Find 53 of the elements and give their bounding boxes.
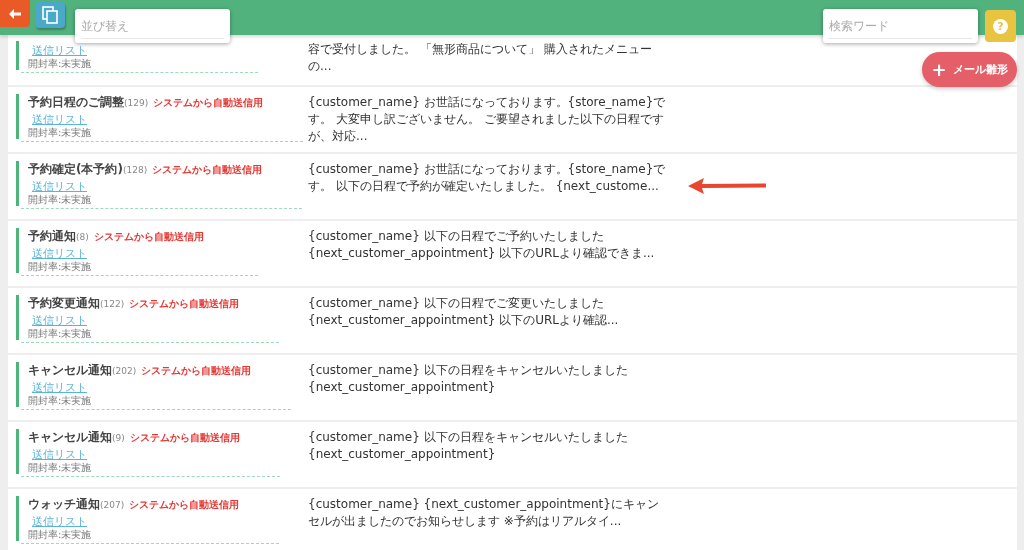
usage-count: (122) <box>100 299 125 311</box>
usage-count: (8) <box>76 232 89 244</box>
open-rate-text: 開封率:未実施 <box>28 528 93 541</box>
back-button[interactable] <box>0 0 30 27</box>
auto-send-label: システムから自動送信用 <box>129 498 240 512</box>
sort-field[interactable]: 並び替え <box>75 9 230 43</box>
copy-icon <box>42 6 58 24</box>
open-rate-text: 開封率:未実施 <box>28 461 93 474</box>
add-template-button[interactable]: + メール雛形 <box>922 52 1017 87</box>
message-preview: {customer_name} {next_customer_appointment}にキャンセルが出ましたのでお知らせします ※予約はリアルタイ... <box>308 496 660 530</box>
template-title: キャンセル通知 <box>28 429 112 445</box>
open-rate-text: 開封率:未実施 <box>28 260 93 273</box>
template-title: 予約日程のご調整 <box>28 94 124 110</box>
back-arrow-icon <box>9 8 21 19</box>
copy-button[interactable] <box>35 2 65 28</box>
open-rate-text: 開封率:未実施 <box>28 193 93 206</box>
message-preview: {customer_name} 以下の日程でご変更いたしました {next_customer_appointment} 以下のURLより確認... <box>308 295 620 329</box>
message-preview: {customer_name} 以下の日程でご予約いたしました {next_customer_appointment} 以下のURLより確認できま... <box>308 228 656 262</box>
usage-count: (9) <box>112 433 125 445</box>
template-title: 予約確定(本予約) <box>28 161 123 177</box>
send-list-link[interactable]: 送信リスト <box>32 314 87 327</box>
open-rate-text: 開封率:未実施 <box>28 327 93 340</box>
template-title: ウォッチ通知 <box>28 496 100 512</box>
send-list-link[interactable]: 送信リスト <box>32 247 87 260</box>
auto-send-label: システムから自動送信用 <box>93 230 204 244</box>
send-list-link[interactable]: 送信リスト <box>32 113 87 126</box>
send-list-link[interactable]: 送信リスト <box>32 381 87 394</box>
message-preview: 容で受付しました。 「無形商品について」 購入されたメニューの... <box>308 41 653 75</box>
template-title: 予約変更通知 <box>28 295 100 311</box>
help-button[interactable]: ? <box>985 10 1016 42</box>
message-preview: {customer_name} 以下の日程をキャンセルいたしました {next_customer_appointment} <box>308 362 629 396</box>
open-rate-text: 開封率:未実施 <box>28 394 93 407</box>
usage-count: (129) <box>124 98 149 110</box>
send-list-link[interactable]: 送信リスト <box>32 180 87 193</box>
auto-send-label: システムから自動送信用 <box>153 96 264 110</box>
auto-send-label: システムから自動送信用 <box>129 297 240 311</box>
open-rate-text: 開封率:未実施 <box>28 126 93 139</box>
send-list-link[interactable]: 送信リスト <box>32 448 87 461</box>
open-rate-text: 開封率:未実施 <box>28 57 93 70</box>
template-title: 予約通知 <box>28 228 76 244</box>
search-field[interactable]: 検索ワード <box>823 9 978 43</box>
message-preview: {customer_name} 以下の日程をキャンセルいたしました {next_customer_appointment} <box>308 429 629 463</box>
auto-send-label: システムから自動送信用 <box>129 431 240 445</box>
usage-count: (128) <box>122 165 148 177</box>
template-title: キャンセル通知 <box>28 362 112 378</box>
auto-send-label: システムから自動送信用 <box>152 163 263 177</box>
message-preview: {customer_name} お世話になっております。{store_name}です。 大変申し訳ございません。 ご要望されました以下の日程ですが、対応... <box>308 94 667 145</box>
auto-send-label: システムから自動送信用 <box>141 364 252 378</box>
usage-count: (202) <box>112 366 137 378</box>
message-preview: {customer_name} お世話になっております。{store_name}です。 以下の日程で予約が確定いたしました。 {next_custome... <box>308 161 667 195</box>
usage-count: (207) <box>100 500 125 512</box>
send-list-link[interactable]: 送信リスト <box>32 515 87 528</box>
send-list-link[interactable]: 送信リスト <box>32 44 87 57</box>
